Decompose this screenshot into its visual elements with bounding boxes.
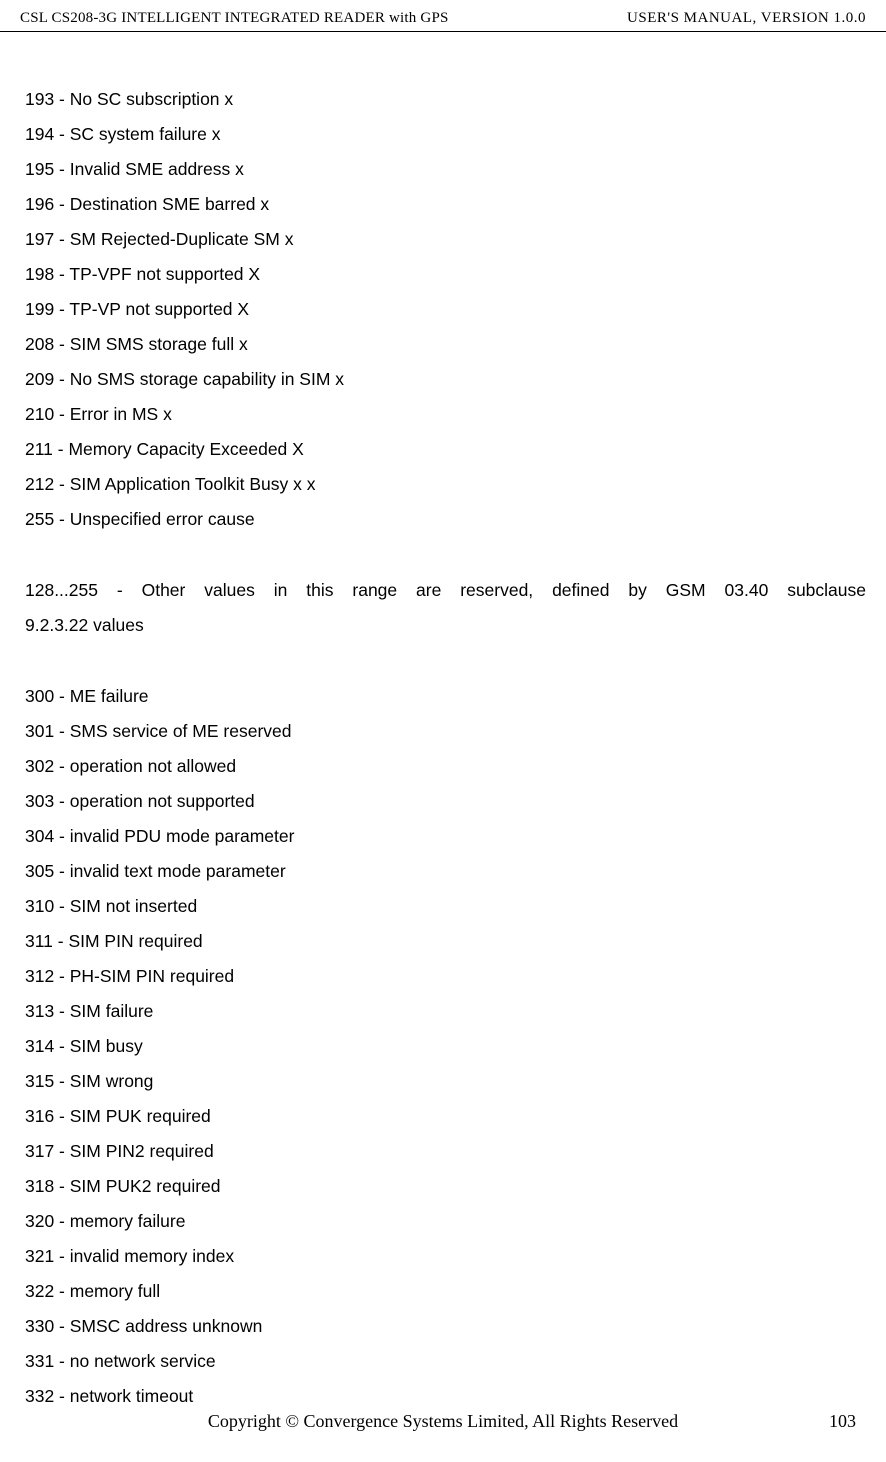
range-note-line-2: 9.2.3.22 values [25, 608, 866, 643]
error-code-line: 301 - SMS service of ME reserved [25, 714, 866, 749]
error-code-line: 316 - SIM PUK required [25, 1099, 866, 1134]
error-code-line: 313 - SIM failure [25, 994, 866, 1029]
error-code-line: 330 - SMSC address unknown [25, 1309, 866, 1344]
page-footer: Copyright © Convergence Systems Limited,… [0, 1411, 886, 1432]
copyright-text: Copyright © Convergence Systems Limited,… [208, 1411, 678, 1432]
error-code-line: 318 - SIM PUK2 required [25, 1169, 866, 1204]
error-code-line: 310 - SIM not inserted [25, 889, 866, 924]
section-spacer [25, 643, 866, 679]
error-code-line: 194 - SC system failure x [25, 117, 866, 152]
range-note-block: 128...255 - Other values in this range a… [25, 573, 866, 643]
error-code-line: 199 - TP-VP not supported X [25, 292, 866, 327]
error-code-line: 196 - Destination SME barred x [25, 187, 866, 222]
error-code-line: 208 - SIM SMS storage full x [25, 327, 866, 362]
error-list-block-2: 300 - ME failure 301 - SMS service of ME… [25, 679, 866, 1414]
error-code-line: 322 - memory full [25, 1274, 866, 1309]
error-code-line: 311 - SIM PIN required [25, 924, 866, 959]
error-code-line: 321 - invalid memory index [25, 1239, 866, 1274]
error-code-line: 300 - ME failure [25, 679, 866, 714]
error-code-line: 211 - Memory Capacity Exceeded X [25, 432, 866, 467]
error-code-line: 255 - Unspecified error cause [25, 502, 866, 537]
header-title-right: USER'S MANUAL, VERSION 1.0.0 [627, 10, 866, 27]
error-code-line: 210 - Error in MS x [25, 397, 866, 432]
error-code-line: 314 - SIM busy [25, 1029, 866, 1064]
error-code-line: 198 - TP-VPF not supported X [25, 257, 866, 292]
error-code-line: 320 - memory failure [25, 1204, 866, 1239]
error-code-line: 195 - Invalid SME address x [25, 152, 866, 187]
page-header: CSL CS208-3G INTELLIGENT INTEGRATED READ… [0, 0, 886, 32]
error-code-line: 312 - PH-SIM PIN required [25, 959, 866, 994]
error-code-line: 317 - SIM PIN2 required [25, 1134, 866, 1169]
error-code-line: 209 - No SMS storage capability in SIM x [25, 362, 866, 397]
error-code-line: 315 - SIM wrong [25, 1064, 866, 1099]
error-code-line: 302 - operation not allowed [25, 749, 866, 784]
error-code-line: 193 - No SC subscription x [25, 82, 866, 117]
page-content: 193 - No SC subscription x 194 - SC syst… [0, 32, 886, 1434]
header-title-left: CSL CS208-3G INTELLIGENT INTEGRATED READ… [20, 10, 449, 27]
error-code-line: 197 - SM Rejected-Duplicate SM x [25, 222, 866, 257]
error-code-line: 303 - operation not supported [25, 784, 866, 819]
error-code-line: 304 - invalid PDU mode parameter [25, 819, 866, 854]
error-list-block-1: 193 - No SC subscription x 194 - SC syst… [25, 82, 866, 537]
range-note-line-1: 128...255 - Other values in this range a… [25, 573, 866, 608]
error-code-line: 331 - no network service [25, 1344, 866, 1379]
error-code-line: 212 - SIM Application Toolkit Busy x x [25, 467, 866, 502]
page-number: 103 [829, 1411, 856, 1432]
error-code-line: 305 - invalid text mode parameter [25, 854, 866, 889]
error-code-line: 332 - network timeout [25, 1379, 866, 1414]
section-spacer [25, 537, 866, 573]
